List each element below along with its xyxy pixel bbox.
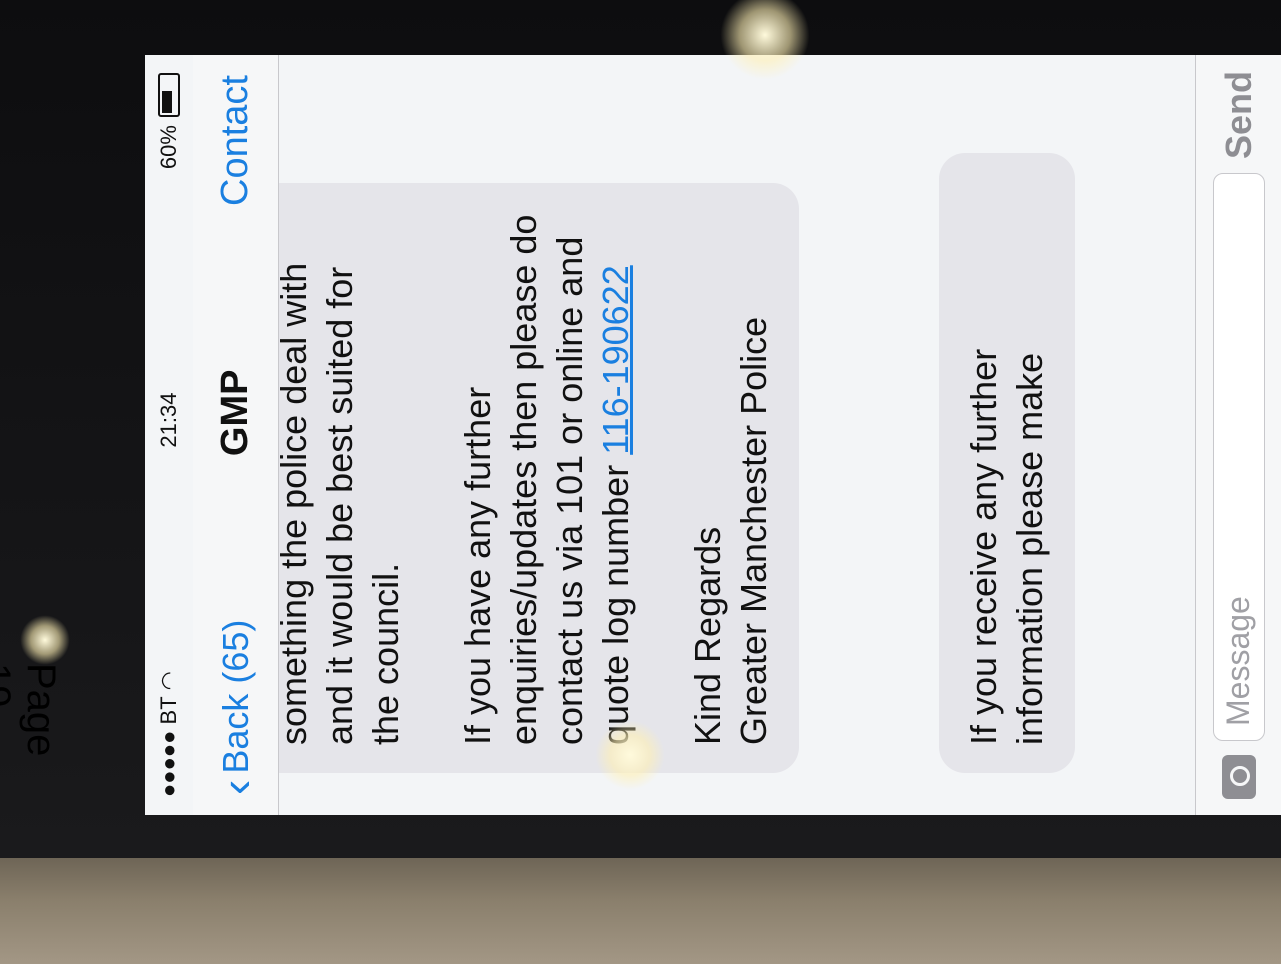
- compose-bar: Message Send: [1195, 55, 1281, 815]
- incoming-message-bubble[interactable]: something the police deal with and it wo…: [279, 183, 799, 773]
- message-input[interactable]: Message: [1212, 173, 1265, 741]
- camera-icon[interactable]: [1221, 755, 1256, 799]
- rotated-screen-content: ●●●●● BT ◠ 21:34 60% ‹ Back (65) GMP Con…: [145, 55, 1281, 815]
- wifi-icon: ◠: [156, 671, 181, 691]
- page-label: Page 19: [0, 663, 63, 757]
- send-button[interactable]: Send: [1218, 71, 1260, 159]
- back-label: Back (65): [214, 619, 256, 774]
- sign-off: Kind Regards: [687, 526, 728, 745]
- carrier-label: ●●●●● BT: [156, 696, 181, 797]
- battery-icon: [158, 73, 180, 118]
- log-number-link[interactable]: 116-190622: [595, 265, 636, 455]
- conversation-title: GMP: [214, 369, 256, 457]
- message-placeholder: Message: [1220, 596, 1256, 726]
- chevron-left-icon: ‹: [209, 779, 262, 795]
- battery-indicator: 60%: [156, 73, 182, 169]
- message-signoff: Kind Regards Greater Manchester Police: [685, 211, 777, 745]
- message-text: If you receive any further information p…: [963, 348, 1050, 745]
- message-thread[interactable]: something the police deal with and it wo…: [279, 55, 1129, 815]
- phone-screen: ●●●●● BT ◠ 21:34 60% ‹ Back (65) GMP Con…: [145, 55, 1281, 815]
- contact-button[interactable]: Contact: [214, 75, 257, 206]
- back-button[interactable]: ‹ Back (65): [209, 619, 262, 795]
- battery-percent: 60%: [156, 125, 181, 170]
- status-bar: ●●●●● BT ◠ 21:34 60%: [145, 55, 193, 815]
- navigation-bar: ‹ Back (65) GMP Contact: [193, 55, 279, 815]
- message-paragraph: If you have any further enquiries/update…: [455, 211, 639, 745]
- carrier-signal: ●●●●● BT ◠: [156, 671, 182, 797]
- message-paragraph: something the police deal with and it wo…: [279, 262, 406, 745]
- clock: 21:34: [156, 392, 181, 448]
- signature: Greater Manchester Police: [733, 316, 774, 745]
- background-floor: [0, 858, 1281, 964]
- incoming-message-bubble[interactable]: If you receive any further information p…: [939, 153, 1075, 773]
